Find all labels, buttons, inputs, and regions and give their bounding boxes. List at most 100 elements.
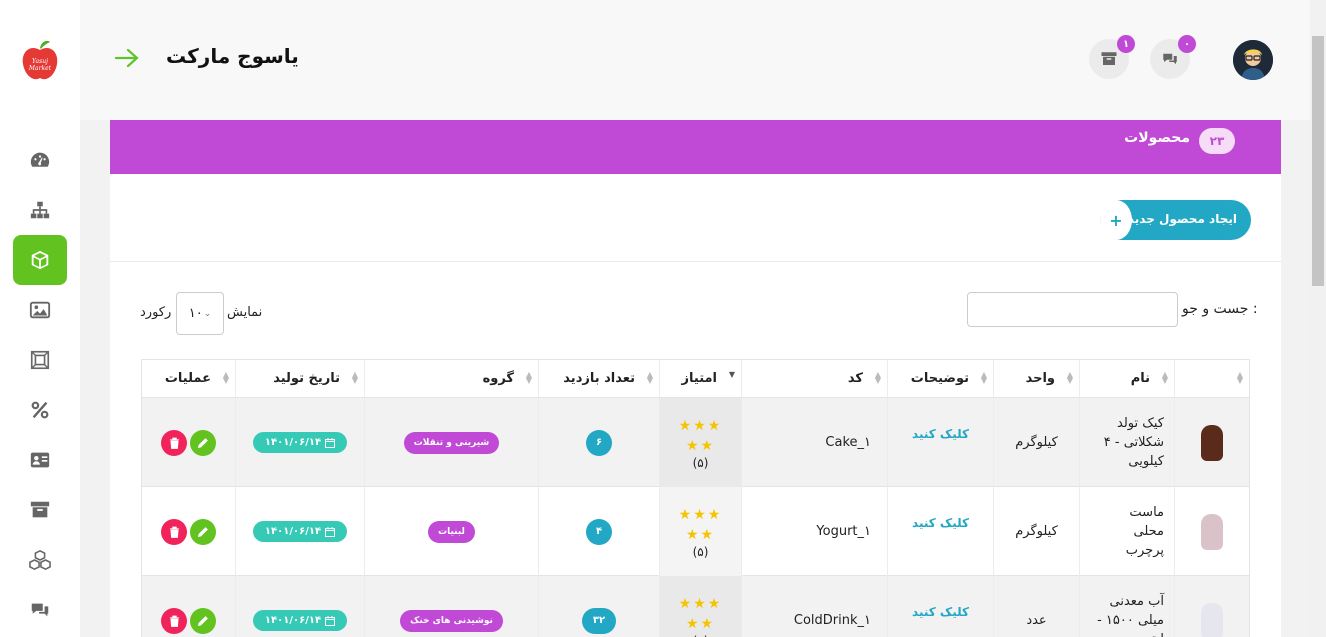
- comments-icon: [31, 603, 49, 617]
- sidebar-item-products[interactable]: [13, 235, 67, 285]
- image-icon: [29, 301, 51, 319]
- cell-rating: ★★★ ★★(۵): [660, 398, 742, 487]
- pencil-icon: [198, 437, 208, 448]
- search-input[interactable]: [967, 292, 1178, 327]
- star-icon: ★★★ ★★: [678, 595, 723, 632]
- rating-count: (۵): [693, 634, 709, 637]
- product-thumbnail[interactable]: [1201, 513, 1223, 550]
- description-link[interactable]: کلیک کنید: [912, 516, 969, 530]
- sidebar-item-categories[interactable]: [13, 185, 67, 235]
- cell-image: [1175, 487, 1249, 576]
- products-count-badge: ۲۳: [1199, 128, 1235, 154]
- avatar[interactable]: [1233, 40, 1273, 80]
- product-name-line: - ۱۵۰۰ میلی: [1097, 613, 1164, 628]
- table-row: ۱۴۰۱/۰۶/۱۴ لبنیات ۴ ★★★ ★★ (۵) Yogurt_۱ کلیک ک…: [142, 487, 1249, 576]
- search-label: جست و جو :: [1182, 301, 1258, 317]
- calendar-icon: [325, 437, 336, 448]
- delete-button[interactable]: [161, 518, 187, 545]
- notifications-button[interactable]: ۰: [1150, 35, 1196, 79]
- cell-visits: ۴: [539, 487, 660, 576]
- star-icon: ★★★ ★★: [678, 417, 723, 454]
- cell-group: لبنیات: [365, 487, 539, 576]
- archive-button[interactable]: ۱: [1089, 35, 1135, 79]
- cell-name: ماست محلی پرچرب: [1080, 487, 1175, 576]
- table-row: ۱۴۰۱/۰۶/۱۴ نوشیدنی های خنک ۳۲ ★★★ ★★ (۵) Cold…: [142, 576, 1249, 637]
- date-badge: ۱۴۰۱/۰۶/۱۴: [252, 521, 348, 542]
- svg-text:Yasuj: Yasuj: [32, 58, 48, 65]
- cell-description: کلیک کنید: [888, 398, 994, 487]
- cell-rating: ★★★ ★★ (۵): [660, 576, 742, 637]
- cell-date: ۱۴۰۱/۰۶/۱۴: [236, 398, 365, 487]
- cell-unit: کیلوگرم: [994, 487, 1080, 576]
- description-link[interactable]: کلیک کنید: [912, 605, 969, 619]
- cell-group: شیرینی و تنقلات: [365, 398, 539, 487]
- col-header-group[interactable]: گروه ▲ ▼: [365, 360, 539, 398]
- product-name-line: آب معدنی: [1109, 594, 1165, 609]
- col-header-unit[interactable]: واحد ▲ ▼: [994, 360, 1080, 398]
- col-header-image[interactable]: ▲ ▼: [1175, 360, 1249, 398]
- sort-icon: ▲ ▼: [1236, 370, 1243, 385]
- col-header-visits[interactable]: تعداد بازدید ▲ ▼: [539, 360, 660, 398]
- sidebar-item-discounts[interactable]: [13, 385, 67, 435]
- create-product-button[interactable]: + ایجاد محصول جدید: [1100, 200, 1251, 240]
- sort-icon: ▲ ▼: [646, 370, 653, 385]
- sitemap-icon: [30, 201, 50, 219]
- cell-visits: ۶: [539, 398, 660, 487]
- comments-icon: [1163, 53, 1177, 65]
- sidebar-item-users[interactable]: [13, 435, 67, 485]
- product-name-line: لیتر: [1080, 630, 1164, 637]
- cell-group: نوشیدنی های خنک: [365, 576, 539, 637]
- col-header-actions[interactable]: عملیات ▲ ▼: [142, 360, 236, 398]
- edit-button[interactable]: [190, 518, 216, 545]
- product-thumbnail[interactable]: [1201, 602, 1223, 637]
- product-code: Cake_۱: [825, 435, 871, 450]
- arrow-right-icon[interactable]: [114, 46, 140, 70]
- col-header-date[interactable]: تاریخ تولید ▲ ▼: [236, 360, 365, 398]
- col-header-code[interactable]: کد ▲ ▼: [742, 360, 888, 398]
- rating: ★★★ ★★(۵): [678, 416, 724, 470]
- delete-button[interactable]: [161, 607, 187, 634]
- edit-button[interactable]: [190, 607, 216, 634]
- sidebar-item-dashboard[interactable]: [13, 135, 67, 185]
- pencil-icon: [198, 615, 208, 626]
- box-icon: [31, 250, 49, 270]
- archive-icon: [1101, 52, 1117, 65]
- date-badge: ۱۴۰۱/۰۶/۱۴: [252, 610, 348, 631]
- delete-button[interactable]: [161, 429, 187, 456]
- cell-rating: ★★★ ★★(۵): [660, 487, 742, 576]
- svg-text:Market: Market: [28, 65, 52, 72]
- page-size-select[interactable]: ۱۰ ⌄: [176, 292, 224, 335]
- chevron-down-icon: ⌄: [203, 308, 212, 319]
- product-name-line: محلی: [1133, 524, 1165, 539]
- cell-code: Yogurt_۱: [742, 487, 888, 576]
- group-badge: نوشیدنی های خنک: [400, 609, 503, 632]
- scrollbar-thumb[interactable]: [1312, 36, 1324, 286]
- sidebar-item-banners[interactable]: [13, 335, 67, 385]
- col-header-rating[interactable]: امتیاز ▼: [660, 360, 742, 398]
- table-row: ۱۴۰۱/۰۶/۱۴ شیرینی و تنقلات ۶ ★★★ ★★ (۵) Cake_…: [142, 398, 1249, 487]
- sort-icon: ▼: [728, 370, 735, 379]
- visits-badge: ۴: [586, 518, 612, 545]
- sidebar-item-inventory[interactable]: [13, 535, 67, 585]
- sort-icon: ▲ ▼: [874, 370, 881, 385]
- sidebar-item-comments[interactable]: [13, 585, 67, 635]
- top-header: یاسوج مارکت ۱ ۰: [80, 0, 1310, 120]
- visits-badge: ۶: [586, 429, 612, 456]
- notifications-badge: ۰: [1178, 35, 1196, 53]
- pencil-icon: [198, 526, 208, 537]
- brand-logo[interactable]: Yasuj Market: [20, 38, 60, 82]
- sidebar-item-orders[interactable]: [13, 485, 67, 535]
- create-product-label: ایجاد محصول جدید: [1127, 212, 1237, 226]
- product-code: ColdDrink_۱: [793, 613, 871, 628]
- description-link[interactable]: کلیک کنید: [912, 427, 969, 441]
- product-name-line: کیک تولد: [1117, 416, 1164, 431]
- col-header-name[interactable]: نام ▲ ▼: [1080, 360, 1175, 398]
- col-header-description[interactable]: توضیحات ▲ ▼: [888, 360, 994, 398]
- product-code: Yogurt_۱: [816, 524, 871, 539]
- product-thumbnail[interactable]: [1201, 424, 1223, 461]
- sidebar-item-gallery[interactable]: [13, 285, 67, 335]
- edit-button[interactable]: [190, 429, 216, 456]
- sort-icon: ▲ ▼: [980, 370, 987, 385]
- product-name: آب معدنی - ۱۵۰۰ میلی لیتر: [1080, 592, 1174, 637]
- records-label: رکورد: [140, 305, 172, 320]
